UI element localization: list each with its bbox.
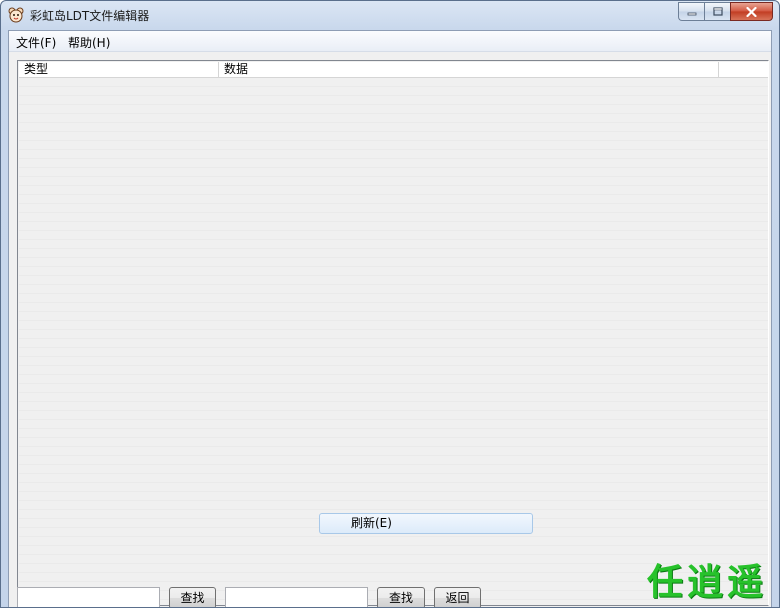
client-area: 文件(F) 帮助(H) 类型 数据 刷新(E) 查找 查找 返回 xyxy=(8,30,772,607)
window-title: 彩虹岛LDT文件编辑器 xyxy=(30,9,150,23)
search-input-2[interactable] xyxy=(225,587,368,607)
title-bar[interactable]: 彩虹岛LDT文件编辑器 xyxy=(1,1,779,29)
column-header-filler xyxy=(719,62,769,77)
minimize-button[interactable] xyxy=(678,2,704,21)
menu-bar: 文件(F) 帮助(H) xyxy=(9,31,771,52)
data-list-view[interactable]: 类型 数据 刷新(E) xyxy=(17,60,769,606)
search-input-1[interactable] xyxy=(17,587,160,607)
column-header-type[interactable]: 类型 xyxy=(19,62,219,77)
app-window: 彩虹岛LDT文件编辑器 文件(F) 帮助(H) 类型 数据 刷新(E) 查找 查… xyxy=(0,0,780,608)
refresh-menu-item[interactable]: 刷新(E) xyxy=(319,513,533,534)
maximize-icon xyxy=(712,7,723,16)
find-button-2[interactable]: 查找 xyxy=(377,587,425,607)
menu-file[interactable]: 文件(F) xyxy=(16,34,56,51)
column-header-data[interactable]: 数据 xyxy=(219,62,719,77)
minimize-icon xyxy=(687,12,696,15)
list-body[interactable]: 刷新(E) xyxy=(19,78,768,605)
find-button-1[interactable]: 查找 xyxy=(169,587,216,607)
cartoon-face-icon xyxy=(8,7,24,23)
list-header: 类型 数据 xyxy=(19,62,768,78)
menu-help[interactable]: 帮助(H) xyxy=(68,34,110,51)
back-button[interactable]: 返回 xyxy=(434,587,481,607)
watermark-text: 任逍遥 xyxy=(646,561,767,603)
caption-buttons xyxy=(678,2,773,21)
close-icon xyxy=(746,6,757,17)
close-button[interactable] xyxy=(730,2,773,21)
maximize-button[interactable] xyxy=(704,2,730,21)
